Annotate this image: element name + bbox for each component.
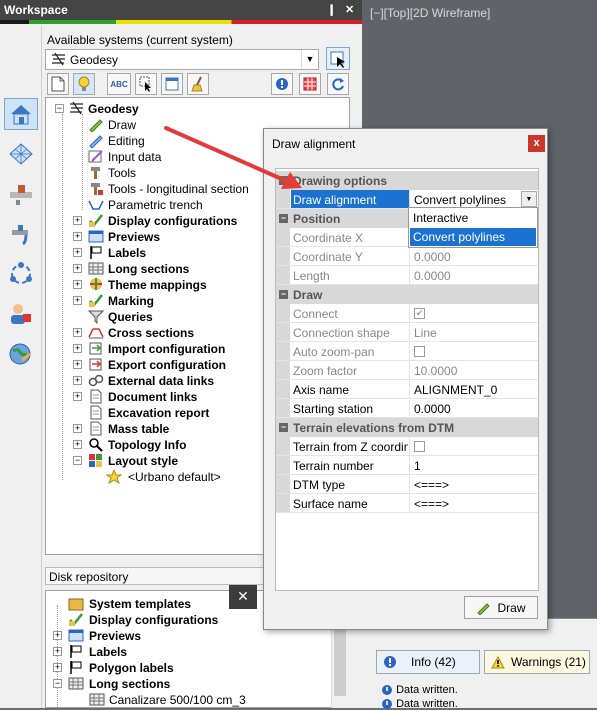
message-row: Data written. — [381, 684, 458, 696]
draw-button[interactable]: Draw — [464, 596, 538, 619]
workspace-side-bar — [0, 26, 42, 708]
funnel-icon — [88, 310, 104, 324]
tab-warnings[interactable]: Warnings (21) — [484, 650, 590, 674]
system-select-value: Geodesy — [70, 53, 119, 67]
prop-terrain-number[interactable]: Terrain number 1 — [276, 456, 538, 475]
section-terrain[interactable]: − Terrain elevations from DTM — [276, 418, 538, 437]
geodesy-icon — [70, 101, 83, 115]
terrain-z-checkbox[interactable] — [414, 441, 425, 453]
select-icon[interactable] — [135, 73, 157, 95]
preview-icon — [88, 230, 104, 243]
cross-section-icon — [88, 328, 104, 339]
draw-alignment-select[interactable]: Convert polylines — [409, 190, 538, 208]
flag-icon — [70, 645, 82, 658]
new-icon[interactable] — [47, 73, 69, 95]
prop-starting-station[interactable]: Starting station 0.0000 — [276, 399, 538, 418]
prop-surface-name[interactable]: Surface name <===> — [276, 494, 538, 513]
globe-icon[interactable] — [4, 338, 38, 370]
pipe-icon[interactable] — [4, 178, 38, 210]
star-icon — [106, 469, 122, 484]
document-icon — [90, 389, 102, 404]
input-data-icon — [88, 150, 103, 163]
dialog-close-button[interactable]: x — [528, 135, 545, 152]
status-color-strip — [0, 20, 362, 24]
info-icon — [384, 656, 396, 668]
pin-icon[interactable]: ❙ — [327, 3, 336, 16]
theme-mapping-icon — [90, 278, 102, 290]
broom-icon[interactable] — [187, 73, 209, 95]
chevron-down-icon[interactable]: ▼ — [521, 191, 537, 207]
connect-checkbox[interactable]: ✔ — [414, 308, 425, 320]
flag-icon — [90, 246, 102, 259]
preview-icon — [68, 629, 84, 642]
prop-dtm-type[interactable]: DTM type <===> — [276, 475, 538, 494]
prop-length[interactable]: Length 0.0000 — [276, 266, 538, 285]
draw-alignment-dialog: Draw alignment x − Drawing options Draw a… — [263, 128, 548, 630]
user-report-icon[interactable] — [4, 298, 38, 330]
report-icon — [90, 405, 102, 420]
workspace-title-bar: Workspace ❙ ✕ — [0, 0, 362, 20]
tab-info[interactable]: Info (42) — [376, 650, 480, 674]
workspace-title: Workspace — [4, 3, 68, 17]
close-icon[interactable]: ✕ — [229, 585, 257, 609]
info-icon — [382, 699, 392, 710]
check-brush-icon — [69, 613, 83, 626]
dialog-title: Draw alignment — [272, 137, 356, 151]
import-icon — [89, 342, 102, 355]
export-icon — [89, 358, 102, 371]
prop-auto-zoom-pan[interactable]: Auto zoom-pan — [276, 342, 538, 361]
abc-icon[interactable]: ABC — [107, 73, 131, 95]
auto-zoom-checkbox[interactable] — [414, 346, 425, 358]
section-draw[interactable]: − Draw — [276, 285, 538, 304]
edit-icon — [89, 135, 103, 148]
grid-icon[interactable] — [299, 73, 321, 95]
long-section-icon — [89, 693, 105, 706]
topology-icon — [89, 438, 103, 452]
viewport-label[interactable]: [−][Top][2D Wireframe] — [370, 6, 490, 20]
link-icon — [88, 374, 104, 387]
trench-icon — [88, 200, 104, 210]
prop-zoom-factor[interactable]: Zoom factor 10.0000 — [276, 361, 538, 380]
section-drawing-options[interactable]: − Drawing options — [276, 171, 538, 190]
prop-coordinate-y[interactable]: Coordinate Y 0.0000 — [276, 247, 538, 266]
house-icon[interactable] — [4, 98, 38, 130]
pencil-icon — [477, 602, 491, 615]
option-interactive[interactable]: Interactive — [410, 209, 536, 227]
message-row: Data written. — [381, 698, 458, 710]
layout-style-icon — [89, 454, 102, 467]
prop-axis-name[interactable]: Axis name ALIGNMENT_0 — [276, 380, 538, 399]
info-icon[interactable] — [271, 73, 293, 95]
marking-icon — [89, 294, 103, 307]
prop-terrain-from-z[interactable]: Terrain from Z coordin — [276, 437, 538, 456]
refresh-icon[interactable] — [327, 73, 349, 95]
network-icon[interactable] — [4, 258, 38, 290]
warning-icon — [491, 655, 505, 668]
prop-connect[interactable]: Connect ✔ — [276, 304, 538, 323]
pencil-icon — [89, 119, 103, 132]
tools-section-icon — [91, 183, 103, 195]
water-tap-icon[interactable] — [4, 218, 38, 250]
templates-icon — [68, 598, 84, 611]
surface-icon[interactable] — [4, 138, 38, 170]
flag-icon — [70, 661, 82, 674]
pick-system-button[interactable] — [326, 47, 350, 70]
scrollbar-thumb[interactable] — [334, 626, 346, 696]
window-icon[interactable] — [161, 73, 183, 95]
prop-connection-shape[interactable]: Connection shape Line — [276, 323, 538, 342]
geodesy-icon — [52, 53, 65, 66]
table-icon — [90, 421, 102, 436]
option-convert-polylines[interactable]: Convert polylines — [410, 228, 536, 246]
hammer-icon — [91, 167, 100, 179]
long-section-icon — [88, 262, 104, 275]
close-icon[interactable]: ✕ — [345, 3, 354, 16]
info-icon — [382, 685, 392, 696]
bulb-icon[interactable] — [73, 73, 95, 95]
chevron-down-icon[interactable]: ▼ — [301, 50, 318, 69]
long-section-icon — [68, 677, 84, 690]
draw-alignment-options[interactable]: Interactive Convert polylines — [408, 207, 538, 248]
check-brush-icon — [89, 214, 103, 227]
available-systems-label: Available systems (current system) — [47, 33, 233, 47]
system-select[interactable]: Geodesy ▼ — [45, 49, 319, 70]
